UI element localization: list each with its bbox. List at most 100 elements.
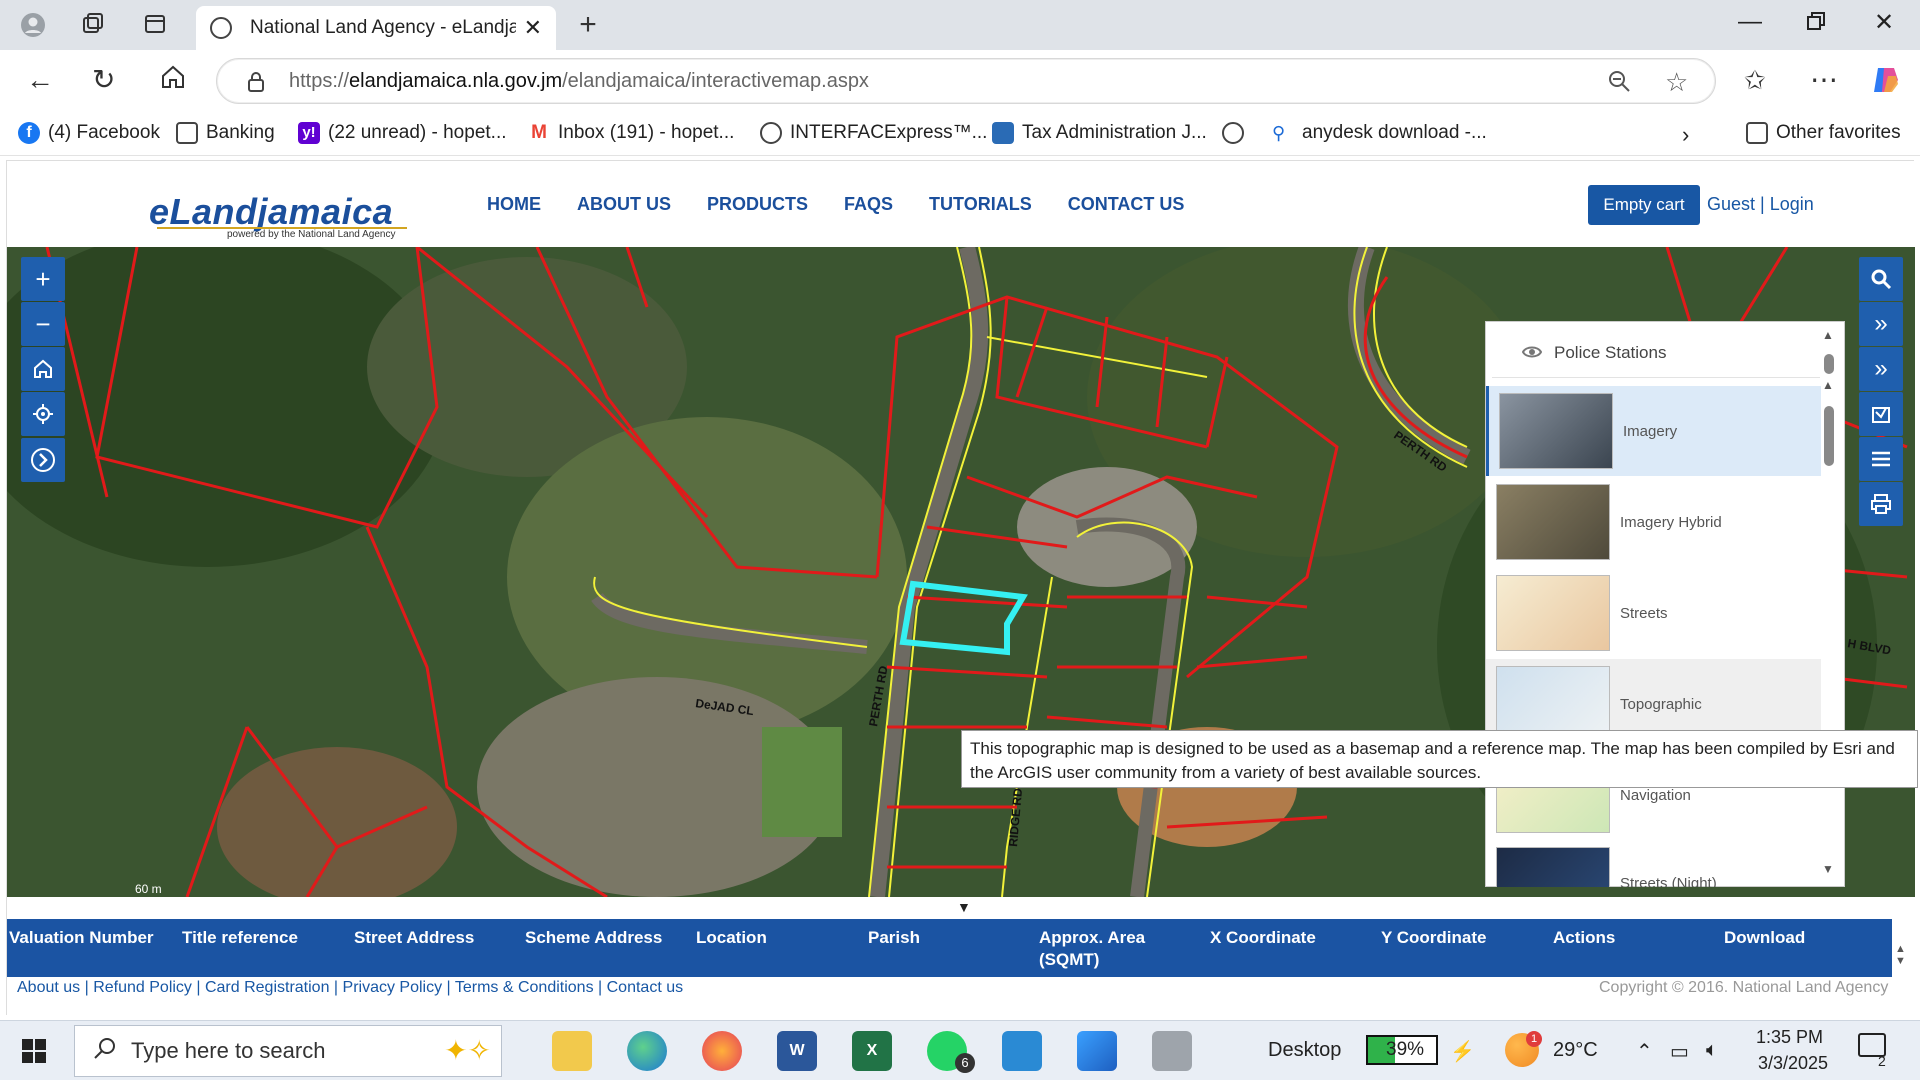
zoom-icon[interactable] bbox=[1607, 69, 1631, 98]
url-field[interactable]: https://elandjamaica.nla.gov.jm/elandjam… bbox=[216, 58, 1716, 104]
basemap-imagery-hybrid[interactable]: Imagery Hybrid bbox=[1486, 477, 1821, 567]
firefox-icon[interactable] bbox=[702, 1031, 742, 1071]
tab-actions-icon[interactable] bbox=[142, 12, 168, 38]
menu-about-us[interactable]: ABOUT US bbox=[577, 194, 671, 215]
scroll-thumb[interactable] bbox=[1824, 354, 1834, 374]
favorite-star-icon[interactable]: ☆ bbox=[1665, 67, 1688, 98]
file-explorer-icon[interactable] bbox=[552, 1031, 592, 1071]
clock-time[interactable]: 1:35 PM bbox=[1756, 1027, 1823, 1048]
col-approx-area[interactable]: Approx. Area (SQMT) bbox=[1039, 927, 1159, 971]
col-scheme-address[interactable]: Scheme Address bbox=[525, 927, 662, 949]
menu-home[interactable]: HOME bbox=[487, 194, 541, 215]
panel-toggle-button-2[interactable]: » bbox=[1859, 347, 1903, 391]
bookmark-other-favorites[interactable]: Other favorites bbox=[1746, 122, 1901, 144]
restore-icon[interactable] bbox=[1806, 10, 1826, 38]
new-tab-icon[interactable]: + bbox=[575, 10, 601, 40]
menu-faqs[interactable]: FAQS bbox=[844, 194, 893, 215]
bookmark-tax-administration[interactable]: Tax Administration J... bbox=[992, 122, 1207, 144]
windows-start-icon[interactable] bbox=[22, 1039, 46, 1068]
back-icon[interactable]: ← bbox=[26, 64, 54, 96]
bookmark-interfacexpress[interactable]: INTERFACExpress™... bbox=[760, 122, 987, 144]
scroll-up-icon[interactable]: ▲ bbox=[1822, 328, 1834, 342]
col-street-address[interactable]: Street Address bbox=[354, 927, 474, 949]
show-hidden-icons-chevron-icon[interactable]: ⌃ bbox=[1636, 1039, 1653, 1064]
battery-indicator[interactable]: 39% bbox=[1366, 1035, 1438, 1065]
close-tab-icon[interactable]: ✕ bbox=[524, 15, 542, 41]
scroll-down-icon[interactable]: ▼ bbox=[1895, 955, 1913, 967]
scroll-up-icon-2[interactable]: ▲ bbox=[1822, 378, 1834, 392]
clock-date[interactable]: 3/3/2025 bbox=[1758, 1053, 1828, 1074]
scroll-up-icon[interactable]: ▲ bbox=[1895, 943, 1913, 955]
favorites-icon[interactable]: ✩ bbox=[1744, 64, 1766, 96]
collapse-table-icon[interactable]: ▼ bbox=[957, 899, 971, 915]
interactive-map[interactable]: DeJAD CL PERTH RD RIDGE RD PERTH RD H BL… bbox=[7, 247, 1915, 897]
locate-button[interactable] bbox=[21, 392, 65, 436]
network-icon[interactable]: ▭ bbox=[1670, 1039, 1689, 1064]
map-search-button[interactable] bbox=[1859, 257, 1903, 301]
basemap-streets-night[interactable]: Streets (Night) bbox=[1486, 841, 1821, 887]
results-table-header: Valuation Number Title reference Street … bbox=[7, 919, 1892, 977]
scroll-thumb-2[interactable] bbox=[1824, 406, 1834, 466]
profile-icon[interactable] bbox=[20, 12, 46, 38]
word-icon[interactable]: W bbox=[777, 1031, 817, 1071]
guest-login-link[interactable]: Guest | Login bbox=[1707, 194, 1814, 215]
col-y-coordinate[interactable]: Y Coordinate bbox=[1381, 927, 1486, 949]
panel-scrollbar[interactable]: ▲ ▲ ▼ bbox=[1822, 328, 1836, 878]
charging-plug-icon: ⚡ bbox=[1450, 1041, 1475, 1063]
home-icon[interactable] bbox=[160, 64, 186, 97]
basemap-imagery[interactable]: Imagery bbox=[1486, 386, 1821, 476]
col-location[interactable]: Location bbox=[696, 927, 767, 949]
more-icon[interactable]: ⋯ bbox=[1810, 64, 1838, 96]
bookmark-globe[interactable] bbox=[1222, 122, 1252, 144]
copilot-icon[interactable] bbox=[1870, 64, 1902, 103]
photos-icon[interactable] bbox=[1077, 1031, 1117, 1071]
remote-app-icon[interactable] bbox=[1152, 1031, 1192, 1071]
workspaces-icon[interactable] bbox=[80, 12, 106, 38]
excel-icon[interactable]: X bbox=[852, 1031, 892, 1071]
basemap-streets[interactable]: Streets bbox=[1486, 568, 1821, 658]
minimize-icon[interactable]: — bbox=[1738, 8, 1762, 36]
copyright-text: Copyright © 2016. National Land Agency bbox=[1599, 979, 1889, 996]
bookmark-anydesk[interactable]: ⚲ anydesk download -... bbox=[1272, 122, 1487, 144]
menu-tutorials[interactable]: TUTORIALS bbox=[929, 194, 1032, 215]
zoom-in-button[interactable]: + bbox=[21, 257, 65, 301]
eye-icon[interactable] bbox=[1521, 344, 1543, 365]
col-valuation-number[interactable]: Valuation Number bbox=[9, 927, 154, 949]
desktop-toolbar[interactable]: Desktop bbox=[1268, 1039, 1341, 1062]
address-bar-row: ← ↻ https://elandjamaica.nla.gov.jm/elan… bbox=[0, 50, 1920, 114]
store-icon[interactable] bbox=[1002, 1031, 1042, 1071]
table-scrollbar[interactable]: ▲ ▼ bbox=[1895, 921, 1913, 983]
active-tab[interactable]: National Land Agency - eLandjam ✕ bbox=[196, 6, 556, 50]
bookmark-gmail[interactable]: M Inbox (191) - hopet... bbox=[528, 122, 734, 144]
taskbar-search-box[interactable]: Type here to search ✦✧ bbox=[74, 1025, 502, 1077]
print-button[interactable] bbox=[1859, 482, 1903, 526]
empty-cart-button[interactable]: Empty cart bbox=[1588, 185, 1700, 225]
layer-police-stations[interactable]: Police Stations bbox=[1492, 328, 1820, 378]
layers-list-button[interactable] bbox=[1859, 437, 1903, 481]
battery-percent: 39% bbox=[1386, 1039, 1425, 1060]
col-parish[interactable]: Parish bbox=[868, 927, 920, 949]
zoom-out-button[interactable]: − bbox=[21, 302, 65, 346]
basemap-thumbnail bbox=[1496, 847, 1610, 887]
col-x-coordinate[interactable]: X Coordinate bbox=[1210, 927, 1316, 949]
menu-products[interactable]: PRODUCTS bbox=[707, 194, 808, 215]
home-extent-button[interactable] bbox=[21, 347, 65, 391]
footer-links[interactable]: About us | Refund Policy | Card Registra… bbox=[17, 979, 683, 997]
col-title-reference[interactable]: Title reference bbox=[182, 927, 298, 949]
bookmark-banking[interactable]: Banking bbox=[176, 122, 275, 144]
scroll-down-icon[interactable]: ▼ bbox=[1822, 862, 1834, 876]
edge-icon[interactable] bbox=[627, 1031, 667, 1071]
map-scale: 60 m bbox=[135, 882, 162, 896]
weather-temperature[interactable]: 29°C bbox=[1553, 1039, 1598, 1062]
bookmark-yahoo[interactable]: y! (22 unread) - hopet... bbox=[298, 122, 507, 144]
more-bookmarks-chevron-icon[interactable]: › bbox=[1682, 122, 1689, 148]
bookmark-facebook[interactable]: f (4) Facebook bbox=[18, 122, 160, 144]
refresh-icon[interactable]: ↻ bbox=[92, 64, 115, 96]
volume-icon[interactable]: 🔈︎ bbox=[1706, 1039, 1718, 1062]
lock-icon[interactable] bbox=[247, 71, 265, 98]
measure-button[interactable] bbox=[1859, 392, 1903, 436]
close-window-icon[interactable]: ✕ bbox=[1874, 8, 1894, 37]
menu-contact-us[interactable]: CONTACT US bbox=[1068, 194, 1185, 215]
expand-button[interactable] bbox=[21, 438, 65, 482]
panel-toggle-button[interactable]: » bbox=[1859, 302, 1903, 346]
